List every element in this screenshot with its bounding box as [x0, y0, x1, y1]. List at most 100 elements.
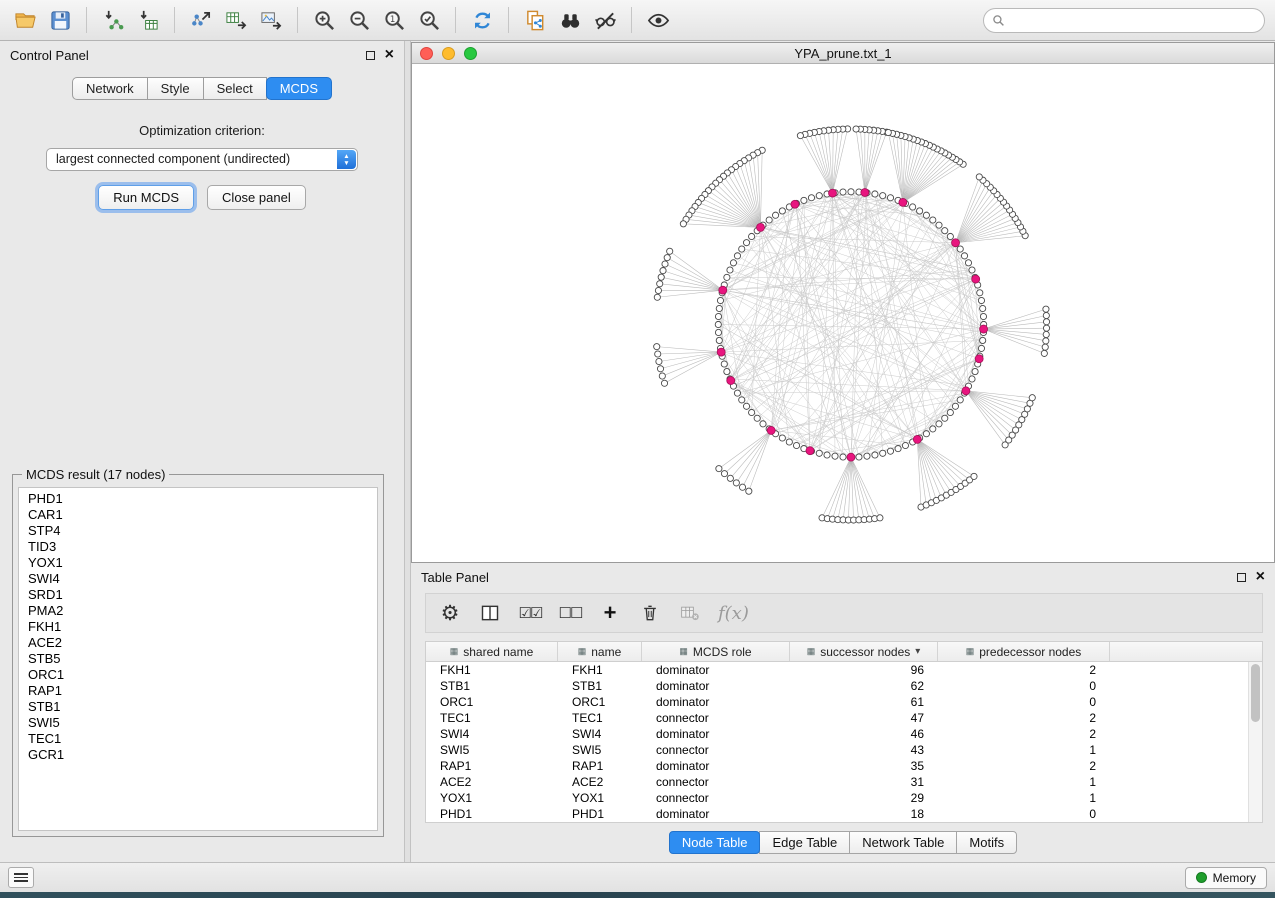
hide-glasses-icon[interactable]: [590, 5, 620, 35]
show-eye-icon[interactable]: [643, 5, 673, 35]
column-header[interactable]: ▦name: [558, 642, 642, 661]
tab-style[interactable]: Style: [147, 77, 204, 100]
bottom-tab-node-table[interactable]: Node Table: [669, 831, 761, 854]
column-header[interactable]: ▦predecessor nodes: [938, 642, 1110, 661]
find-binoculars-icon[interactable]: [555, 5, 585, 35]
window-maximize-icon[interactable]: [464, 47, 477, 60]
scrollbar-thumb[interactable]: [1251, 664, 1260, 722]
table-cell: 2: [938, 663, 1110, 677]
column-header[interactable]: ▦successor nodes▾: [790, 642, 938, 661]
network-canvas-area[interactable]: [412, 65, 1274, 562]
table-row[interactable]: SWI5SWI5connector431: [426, 742, 1248, 758]
table-row[interactable]: STB1STB1dominator620: [426, 678, 1248, 694]
result-node[interactable]: FKH1: [28, 619, 377, 635]
table-row[interactable]: RAP1RAP1dominator352: [426, 758, 1248, 774]
run-mcds-button[interactable]: Run MCDS: [98, 185, 194, 210]
search-input[interactable]: [1010, 13, 1256, 27]
zoom-in-icon[interactable]: [309, 5, 339, 35]
result-node[interactable]: YOX1: [28, 555, 377, 571]
tab-network[interactable]: Network: [72, 77, 148, 100]
tab-select[interactable]: Select: [203, 77, 267, 100]
node-table: ▦shared name▦name▦MCDS role▦successor no…: [425, 641, 1263, 823]
table-cell: RAP1: [426, 759, 558, 773]
save-icon[interactable]: [45, 5, 75, 35]
memory-button[interactable]: Memory: [1185, 867, 1267, 889]
import-table-icon[interactable]: [133, 5, 163, 35]
table-vertical-scrollbar[interactable]: [1248, 662, 1262, 822]
table-row[interactable]: FKH1FKH1dominator962: [426, 662, 1248, 678]
table-row[interactable]: SWI4SWI4dominator462: [426, 726, 1248, 742]
export-table-icon[interactable]: [221, 5, 251, 35]
table-row[interactable]: ORC1ORC1dominator610: [426, 694, 1248, 710]
network-view-titlebar[interactable]: YPA_prune.txt_1: [412, 43, 1274, 64]
table-cell: RAP1: [558, 759, 642, 773]
column-header[interactable]: ▦MCDS role: [642, 642, 790, 661]
table-panel: Table Panel × ⚙ ☑☑ ☐☐ + f(x) ▦shared nam…: [411, 563, 1275, 862]
show-columns-icon[interactable]: [478, 600, 502, 626]
table-cell: 61: [790, 695, 938, 709]
zoom-out-icon[interactable]: [344, 5, 374, 35]
table-cell: dominator: [642, 759, 790, 773]
table-cell: PHD1: [426, 807, 558, 821]
table-row[interactable]: ACE2ACE2connector311: [426, 774, 1248, 790]
export-document-share-icon[interactable]: [520, 5, 550, 35]
select-all-columns-icon[interactable]: ☑☑: [518, 600, 542, 626]
result-node[interactable]: TID3: [28, 539, 377, 555]
tab-mcds[interactable]: MCDS: [266, 77, 332, 100]
export-network-icon[interactable]: [186, 5, 216, 35]
result-node[interactable]: TEC1: [28, 731, 377, 747]
task-history-icon[interactable]: [8, 867, 34, 888]
bottom-tab-edge-table[interactable]: Edge Table: [759, 831, 850, 854]
table-cell: 0: [938, 807, 1110, 821]
mcds-result-list[interactable]: PHD1CAR1STP4TID3YOX1SWI4SRD1PMA2FKH1ACE2…: [18, 487, 378, 831]
criterion-select[interactable]: largest connected component (undirected)…: [46, 148, 358, 171]
result-node[interactable]: GCR1: [28, 747, 377, 763]
delete-table-icon: [678, 600, 702, 626]
table-panel-title: Table Panel: [421, 570, 489, 585]
close-table-panel-icon[interactable]: ×: [1256, 572, 1265, 582]
float-panel-icon[interactable]: [366, 51, 375, 60]
window-close-icon[interactable]: [420, 47, 433, 60]
import-network-icon[interactable]: [98, 5, 128, 35]
result-node[interactable]: PMA2: [28, 603, 377, 619]
search-box[interactable]: [983, 8, 1265, 33]
bottom-tab-network-table[interactable]: Network Table: [849, 831, 957, 854]
result-node[interactable]: RAP1: [28, 683, 377, 699]
table-row[interactable]: YOX1YOX1connector291: [426, 790, 1248, 806]
open-folder-icon[interactable]: [10, 5, 40, 35]
table-row[interactable]: TEC1TEC1connector472: [426, 710, 1248, 726]
refresh-layout-icon[interactable]: [467, 5, 497, 35]
result-node[interactable]: STP4: [28, 523, 377, 539]
close-panel-icon[interactable]: ×: [385, 50, 394, 60]
column-header-label: name: [591, 645, 621, 659]
table-cell: SWI5: [426, 743, 558, 757]
float-table-panel-icon[interactable]: [1237, 573, 1246, 582]
table-settings-gear-icon[interactable]: ⚙: [438, 600, 462, 626]
delete-column-icon[interactable]: [638, 600, 662, 626]
export-image-icon[interactable]: [256, 5, 286, 35]
result-node[interactable]: ACE2: [28, 635, 377, 651]
result-node[interactable]: CAR1: [28, 507, 377, 523]
table-cell: TEC1: [426, 711, 558, 725]
zoom-fit-selected-icon[interactable]: [414, 5, 444, 35]
add-column-icon[interactable]: +: [598, 600, 622, 626]
result-node[interactable]: PHD1: [28, 491, 377, 507]
network-canvas[interactable]: [412, 65, 1274, 562]
table-cell: 96: [790, 663, 938, 677]
result-node[interactable]: SRD1: [28, 587, 377, 603]
table-cell: 0: [938, 679, 1110, 693]
column-header[interactable]: ▦shared name: [426, 642, 558, 661]
result-node[interactable]: SWI5: [28, 715, 377, 731]
result-node[interactable]: SWI4: [28, 571, 377, 587]
table-row[interactable]: PHD1PHD1dominator180: [426, 806, 1248, 822]
result-node[interactable]: STB5: [28, 651, 377, 667]
deselect-all-columns-icon[interactable]: ☐☐: [558, 600, 582, 626]
bottom-tab-motifs[interactable]: Motifs: [956, 831, 1017, 854]
table-cell: SWI4: [426, 727, 558, 741]
zoom-actual-icon[interactable]: 1: [379, 5, 409, 35]
table-cell: FKH1: [558, 663, 642, 677]
result-node[interactable]: STB1: [28, 699, 377, 715]
window-minimize-icon[interactable]: [442, 47, 455, 60]
close-panel-button[interactable]: Close panel: [207, 185, 306, 210]
result-node[interactable]: ORC1: [28, 667, 377, 683]
